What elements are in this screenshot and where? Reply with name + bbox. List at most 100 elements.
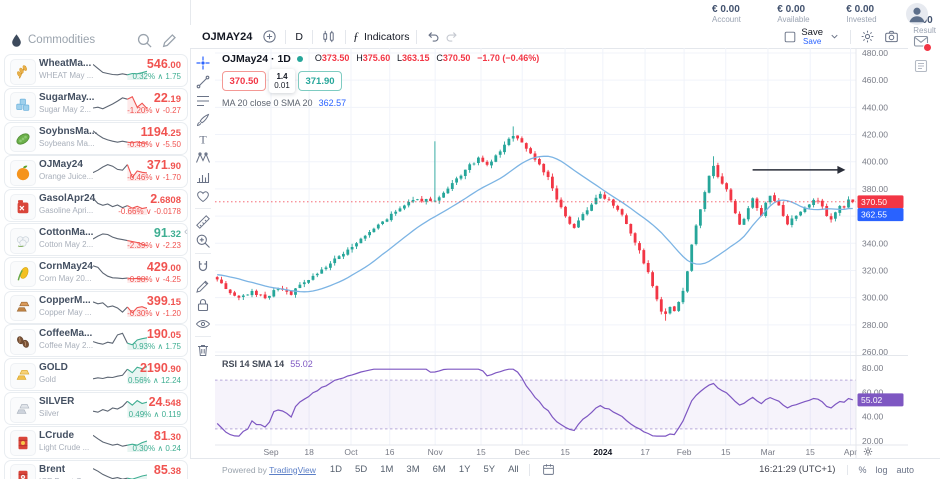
instrument-price: 399.15 xyxy=(147,294,181,308)
range-button-5d[interactable]: 5D xyxy=(355,464,367,475)
ruler-tool-icon[interactable] xyxy=(193,212,213,231)
watchlist-item-cottonma[interactable]: CottonMa...Cotton May 2...91.32-2.39% ∨ … xyxy=(4,223,188,256)
watchlist-item-silver[interactable]: SILVERSilver24.5480.49% ∧ 0.119 xyxy=(4,392,188,425)
notification-badge xyxy=(923,43,932,52)
watchlist-item-gold[interactable]: GOLDGold2190.900.56% ∧ 12.24 xyxy=(4,358,188,391)
buy-button[interactable]: 371.90 xyxy=(298,71,342,91)
range-button-3m[interactable]: 3M xyxy=(406,464,419,475)
price-chart[interactable]: 480.00460.00440.00420.00400.00380.00360.… xyxy=(215,48,908,458)
instrument-name: SILVER xyxy=(39,396,74,407)
save-chevron-down-icon[interactable] xyxy=(825,28,843,46)
save-label: Save xyxy=(801,28,823,37)
watchlist-item-copperm[interactable]: CopperM...Copper May ...399.15-0.30% ∨ -… xyxy=(4,291,188,324)
redo-icon[interactable] xyxy=(442,28,460,46)
silver-icon xyxy=(10,397,36,423)
indicators-button[interactable]: Indicators xyxy=(364,31,410,43)
forecast-tool-icon[interactable] xyxy=(193,167,213,186)
range-button-all[interactable]: All xyxy=(508,464,519,475)
watchlist-header: Commodities xyxy=(0,30,190,54)
svg-text:362.55: 362.55 xyxy=(861,210,887,220)
svg-text:380.00: 380.00 xyxy=(862,184,888,194)
xabcd-pattern-tool-icon[interactable] xyxy=(193,148,213,167)
save-button[interactable]: Save Save xyxy=(801,28,823,46)
snapshot-camera-icon[interactable] xyxy=(882,28,900,46)
layout-icon[interactable] xyxy=(781,28,799,46)
sidebar-collapse-icon[interactable]: ‹ xyxy=(184,226,188,238)
instrument-price: 81.30 xyxy=(154,429,181,443)
watchlist-item-ojmay24[interactable]: OJMay24Orange Juice...371.90-0.46% ∨ -1.… xyxy=(4,155,188,188)
search-icon[interactable] xyxy=(136,32,153,49)
instrument-description: WHEAT May ... xyxy=(39,71,93,80)
instrument-description: Coffee May 2... xyxy=(39,341,93,350)
instrument-name: Brent xyxy=(39,464,65,475)
range-button-5y[interactable]: 5Y xyxy=(483,464,495,475)
magnet-tool-icon[interactable] xyxy=(193,257,213,276)
watchlist-item-soybnsma[interactable]: SoybnsMa...Soybeans Ma...1194.25-0.46% ∨… xyxy=(4,122,188,155)
range-button-1m[interactable]: 1M xyxy=(380,464,393,475)
svg-text:40.00: 40.00 xyxy=(862,412,884,422)
sell-button[interactable]: 370.50 xyxy=(222,71,266,91)
scale-button-log[interactable]: log xyxy=(875,465,887,475)
instrument-name: CornMay24 xyxy=(39,261,93,272)
svg-text:440.00: 440.00 xyxy=(862,102,888,112)
brush-tool-icon[interactable] xyxy=(193,110,213,129)
scale-button-auto[interactable]: auto xyxy=(896,465,914,475)
messages-icon[interactable] xyxy=(913,33,930,50)
svg-text:T: T xyxy=(199,132,207,146)
watchlist-item-coffeema[interactable]: CoffeeMa...Coffee May 2...190.050.93% ∧ … xyxy=(4,324,188,357)
session-clock[interactable]: 16:21:29 (UTC+1) xyxy=(759,464,835,475)
compare-add-icon[interactable] xyxy=(260,28,278,46)
trash-tool-icon[interactable] xyxy=(193,340,213,359)
instrument-name: GOLD xyxy=(39,362,68,373)
range-button-1y[interactable]: 1Y xyxy=(459,464,471,475)
instrument-name: LCrude xyxy=(39,430,74,441)
interval-button[interactable]: D xyxy=(293,31,305,43)
eye-tool-icon[interactable] xyxy=(193,314,213,333)
go-to-date-icon[interactable] xyxy=(540,461,558,479)
fib-retracement-tool-icon[interactable] xyxy=(193,91,213,110)
drawing-pencil-tool-icon[interactable] xyxy=(193,276,213,295)
instrument-change: -0.46% ∨ -5.50 xyxy=(127,140,181,149)
instrument-description: Sugar May 2... xyxy=(39,105,91,114)
commodities-droplet-icon xyxy=(9,33,24,48)
watchlist-item-gasolapr24[interactable]: GasolApr24Gasoline Apri...2.6808-0.66% ∨… xyxy=(4,189,188,222)
news-icon[interactable] xyxy=(913,58,930,75)
svg-text:15: 15 xyxy=(805,447,815,457)
instrument-price: 429.00 xyxy=(147,260,181,274)
watchlist-item-lcrude[interactable]: LCrudeLight Crude ...81.300.30% ∧ 0.24 xyxy=(4,426,188,459)
range-button-1d[interactable]: 1D xyxy=(330,464,342,475)
instrument-name: CoffeeMa... xyxy=(39,328,92,339)
chart-style-icon[interactable] xyxy=(320,28,338,46)
range-buttons: 1D 5D 1M 3M 6M 1Y 5Y All xyxy=(330,464,519,475)
avatar[interactable] xyxy=(906,3,928,25)
bottom-right-group: 16:21:29 (UTC+1) % logauto xyxy=(759,464,940,475)
account-metric-value: € 0.00 xyxy=(846,4,896,15)
tools-divider xyxy=(195,336,211,337)
symbol-button[interactable]: OJMAY24 xyxy=(202,31,252,43)
chart-settings-gear-icon[interactable] xyxy=(858,28,876,46)
watchlist-item-brent[interactable]: BrentICE Brent Cru...85.380.28% ∧ 0.24 xyxy=(4,460,188,479)
scale-button-%[interactable]: % xyxy=(858,465,866,475)
instrument-name: CopperM... xyxy=(39,295,91,306)
watchlist-item-sugarmay[interactable]: SugarMay...Sugar May 2...22.19-1.20% ∨ -… xyxy=(4,88,188,121)
watchlist-item-wheatma[interactable]: WheatMa...WHEAT May ...546.000.32% ∧ 1.7… xyxy=(4,54,188,87)
toolbar-divider xyxy=(312,30,313,44)
text-tool-icon[interactable]: T xyxy=(193,129,213,148)
user-icon xyxy=(906,3,928,25)
bottom-divider xyxy=(529,464,530,476)
svg-text:17: 17 xyxy=(640,447,650,457)
instrument-price: 190.05 xyxy=(147,327,181,341)
crosshair-tool-icon[interactable] xyxy=(193,53,213,72)
svg-text:2024: 2024 xyxy=(593,447,612,457)
lock-tool-icon[interactable] xyxy=(193,295,213,314)
instrument-name: SugarMay... xyxy=(39,92,94,103)
heart-tool-icon[interactable] xyxy=(193,186,213,205)
range-button-6m[interactable]: 6M xyxy=(433,464,446,475)
trend-line-tool-icon[interactable] xyxy=(193,72,213,91)
instrument-change: -0.66% ∨ -0.0178 xyxy=(118,207,181,216)
watchlist-item-cornmay24[interactable]: CornMay24Corn May 20...429.00-0.98% ∨ -4… xyxy=(4,257,188,290)
tradingview-link[interactable]: TradingView xyxy=(269,465,316,475)
zoom-in-tool-icon[interactable] xyxy=(193,231,213,250)
edit-watchlist-icon[interactable] xyxy=(161,32,178,49)
undo-icon[interactable] xyxy=(424,28,442,46)
